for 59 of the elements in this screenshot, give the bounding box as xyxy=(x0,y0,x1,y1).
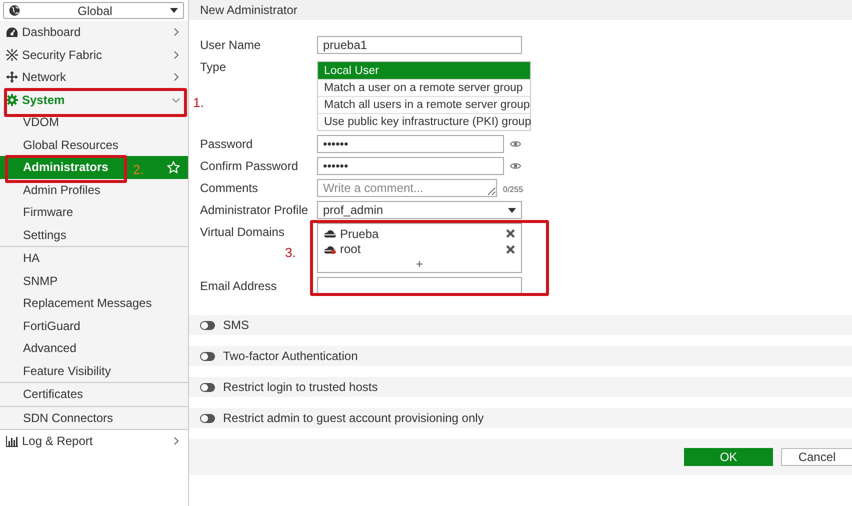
gear-icon xyxy=(6,94,18,106)
cloud-icon xyxy=(324,244,336,254)
chevron-right-icon xyxy=(172,437,180,446)
toggle-switch[interactable] xyxy=(200,320,215,330)
toggle-switch[interactable] xyxy=(200,414,215,422)
field-label: Administrator Profile xyxy=(200,202,310,219)
cloud-icon xyxy=(324,229,336,238)
add-button[interactable]: + xyxy=(416,257,423,272)
caret-icon xyxy=(508,208,516,212)
toggle-label: SMS xyxy=(223,318,250,332)
remove-icon[interactable] xyxy=(506,229,515,238)
eye-icon[interactable] xyxy=(510,162,521,170)
field-label: User Name xyxy=(200,37,262,54)
type-option[interactable]: Use public key infrastructure (PKI) group xyxy=(318,113,530,130)
chevron-right-icon xyxy=(172,73,180,82)
field-label: Virtual Domains xyxy=(200,224,286,241)
cancel-button[interactable]: Cancel xyxy=(781,448,852,466)
comments-field[interactable]: Write a comment... xyxy=(317,179,497,197)
ok-button[interactable]: OK xyxy=(684,448,773,466)
profile-dropdown[interactable]: prof_admin xyxy=(317,201,522,219)
bar-chart-icon xyxy=(6,436,18,447)
caret-icon xyxy=(170,8,178,13)
toggle-label: Two-factor Authentication xyxy=(223,349,358,363)
field-label: Type xyxy=(200,59,228,76)
user-name-field[interactable]: prueba1 xyxy=(317,36,522,54)
domain-name: Prueba xyxy=(340,226,380,241)
password-field[interactable]: •••••• xyxy=(317,135,504,153)
eye-icon[interactable] xyxy=(510,140,521,148)
chevron-right-icon xyxy=(172,50,180,59)
type-option[interactable]: Match all users in a remote server group xyxy=(318,96,530,113)
sidebar-item[interactable]: Network xyxy=(0,66,188,88)
move-arrows-icon xyxy=(6,71,18,84)
dashboard-icon xyxy=(6,26,18,38)
toggle-switch[interactable] xyxy=(200,382,215,392)
chevron-right-icon xyxy=(172,28,180,36)
step-number: 2. xyxy=(133,162,144,177)
fabric-icon xyxy=(6,48,18,61)
scope-dropdown[interactable]: Global xyxy=(3,2,184,19)
field-label: Password xyxy=(200,136,254,153)
toggle-label: Restrict login to trusted hosts xyxy=(223,380,378,394)
star-icon[interactable] xyxy=(167,160,180,174)
toggle-switch[interactable] xyxy=(200,352,215,360)
remove-icon[interactable] xyxy=(506,244,515,254)
step-number: 3. xyxy=(285,245,296,260)
domain-name: root xyxy=(340,242,362,256)
confirm-password-field[interactable]: •••••• xyxy=(317,157,504,175)
sidebar-item[interactable]: Security Fabric xyxy=(0,44,188,66)
field-label: Comments xyxy=(200,180,260,197)
field-label: Email Address xyxy=(200,278,278,295)
toggle-label: Restrict admin to guest account provisioning only xyxy=(223,411,484,425)
page-title: New Administrator xyxy=(200,3,298,17)
chevron-down-icon xyxy=(172,96,180,104)
type-option[interactable]: Local User xyxy=(318,62,530,79)
sidebar-item[interactable]: Dashboard xyxy=(0,21,188,44)
character-counter: 0/255 xyxy=(503,185,524,194)
step-number: 1. xyxy=(193,95,204,110)
type-option[interactable]: Match a user on a remote server group xyxy=(318,79,530,96)
field-label: Confirm Password xyxy=(200,158,300,175)
globe-icon xyxy=(9,5,20,16)
